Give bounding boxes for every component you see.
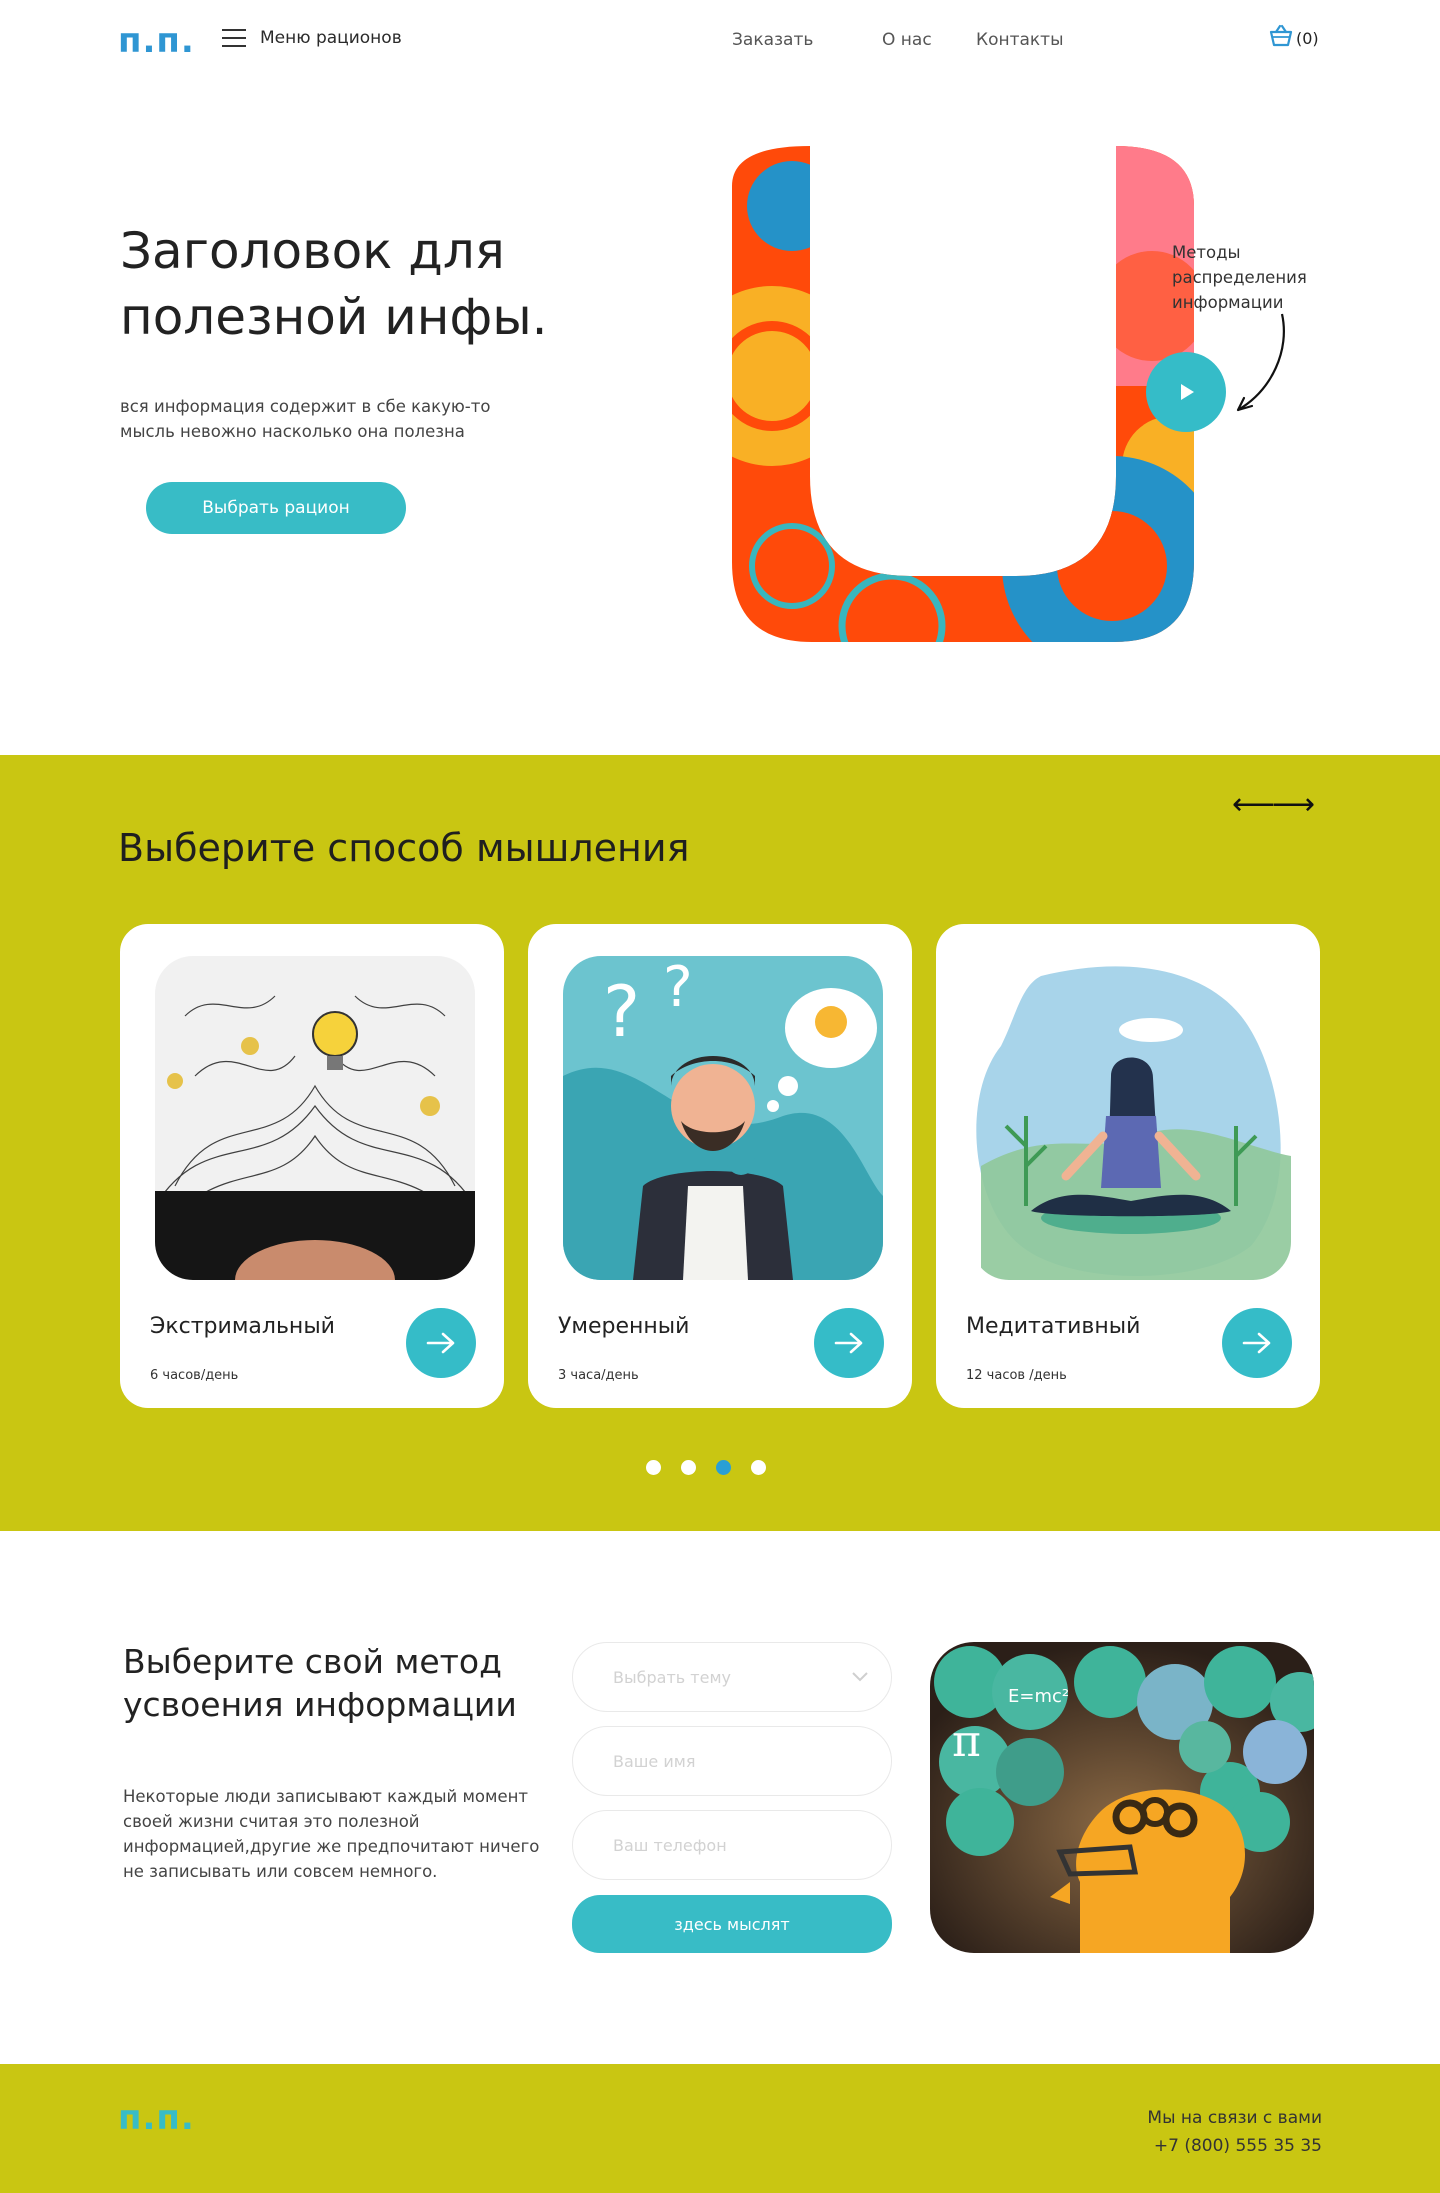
topic-select-value: Выбрать тему — [613, 1667, 731, 1687]
footer-contacts: Мы на связи с вами +7 (800) 555 35 35 — [1147, 2104, 1322, 2160]
card-go-button[interactable] — [814, 1308, 884, 1378]
arrow-right-icon — [1242, 1332, 1271, 1354]
name-input[interactable] — [572, 1726, 892, 1796]
pagination-dot[interactable] — [681, 1460, 696, 1475]
card-image: ? ? — [563, 956, 883, 1280]
method-text: Некоторые люди записывают каждый момент … — [123, 1787, 540, 1881]
svg-text:π: π — [952, 1716, 981, 1767]
card-moderate[interactable]: ? ? Умеренный 3 часа/день — [528, 924, 912, 1408]
footer-logo[interactable]: п.п. — [118, 2098, 195, 2138]
carousel-pagination — [646, 1460, 766, 1475]
card-image — [971, 956, 1291, 1280]
gears-u-illustration — [732, 146, 1194, 642]
art-note: Методы распределения информации — [1172, 243, 1307, 312]
card-go-button[interactable] — [1222, 1308, 1292, 1378]
submit-button[interactable]: здесь мыслят — [572, 1895, 892, 1953]
choose-ration-button[interactable]: Выбрать рацион — [146, 482, 406, 534]
card-meditative[interactable]: Медитативный 12 часов /день — [936, 924, 1320, 1408]
phone-input[interactable] — [572, 1810, 892, 1880]
method-title: Выберите свой метод усвоения информации — [123, 1642, 517, 1724]
card-title: Медитативный — [966, 1314, 1141, 1339]
card-meta: 6 часов/день — [150, 1368, 239, 1383]
card-extreme[interactable]: Экстримальный 6 часов/день — [120, 924, 504, 1408]
card-title: Умеренный — [558, 1314, 690, 1339]
nav-about[interactable]: О нас — [882, 30, 932, 50]
contact-label: Мы на связи с вами — [1147, 2108, 1322, 2128]
svg-text:?: ? — [603, 971, 640, 1053]
card-title: Экстримальный — [150, 1314, 335, 1339]
hero-title: Заголовок для полезной инфы. — [120, 222, 548, 346]
card-meta: 3 часа/день — [558, 1368, 639, 1383]
svg-text:E=mc²: E=mc² — [1008, 1686, 1069, 1707]
svg-text:?: ? — [663, 956, 693, 1020]
menu-button[interactable]: Меню рационов — [222, 28, 402, 48]
section-title: Выберите способ мышления — [118, 826, 690, 870]
carousel-arrows: ⟵ ⟶ — [1232, 790, 1315, 820]
card-go-button[interactable] — [406, 1308, 476, 1378]
card-image — [155, 956, 475, 1280]
play-icon — [1181, 384, 1194, 400]
arrow-right-icon[interactable]: ⟶ — [1272, 790, 1315, 820]
nav-order[interactable]: Заказать — [732, 30, 813, 50]
pagination-dot[interactable] — [646, 1460, 661, 1475]
arrow-right-icon — [834, 1332, 863, 1354]
card-meta: 12 часов /день — [966, 1368, 1067, 1383]
science-head-image: π E=mc² — [930, 1642, 1314, 1953]
hero-subtitle: вся информация содержит в сбе какую-то м… — [120, 397, 491, 441]
chevron-down-icon — [852, 1672, 868, 1682]
pagination-dot[interactable] — [716, 1460, 731, 1475]
cart-count: (0) — [1296, 29, 1319, 48]
logo[interactable]: п.п. — [118, 24, 195, 58]
nav-contacts[interactable]: Контакты — [976, 30, 1064, 50]
arrow-left-icon[interactable]: ⟵ — [1232, 790, 1275, 820]
arrow-right-icon — [426, 1332, 455, 1354]
pagination-dot[interactable] — [751, 1460, 766, 1475]
cart-button[interactable]: (0) — [1268, 24, 1319, 48]
basket-icon — [1269, 24, 1293, 47]
curved-arrow-icon — [1236, 313, 1285, 412]
contact-phone[interactable]: +7 (800) 555 35 35 — [1147, 2132, 1322, 2160]
topic-select[interactable]: Выбрать тему — [572, 1642, 892, 1712]
menu-label: Меню рационов — [260, 28, 402, 48]
hamburger-icon — [222, 29, 246, 47]
play-video-button[interactable] — [1146, 352, 1226, 432]
